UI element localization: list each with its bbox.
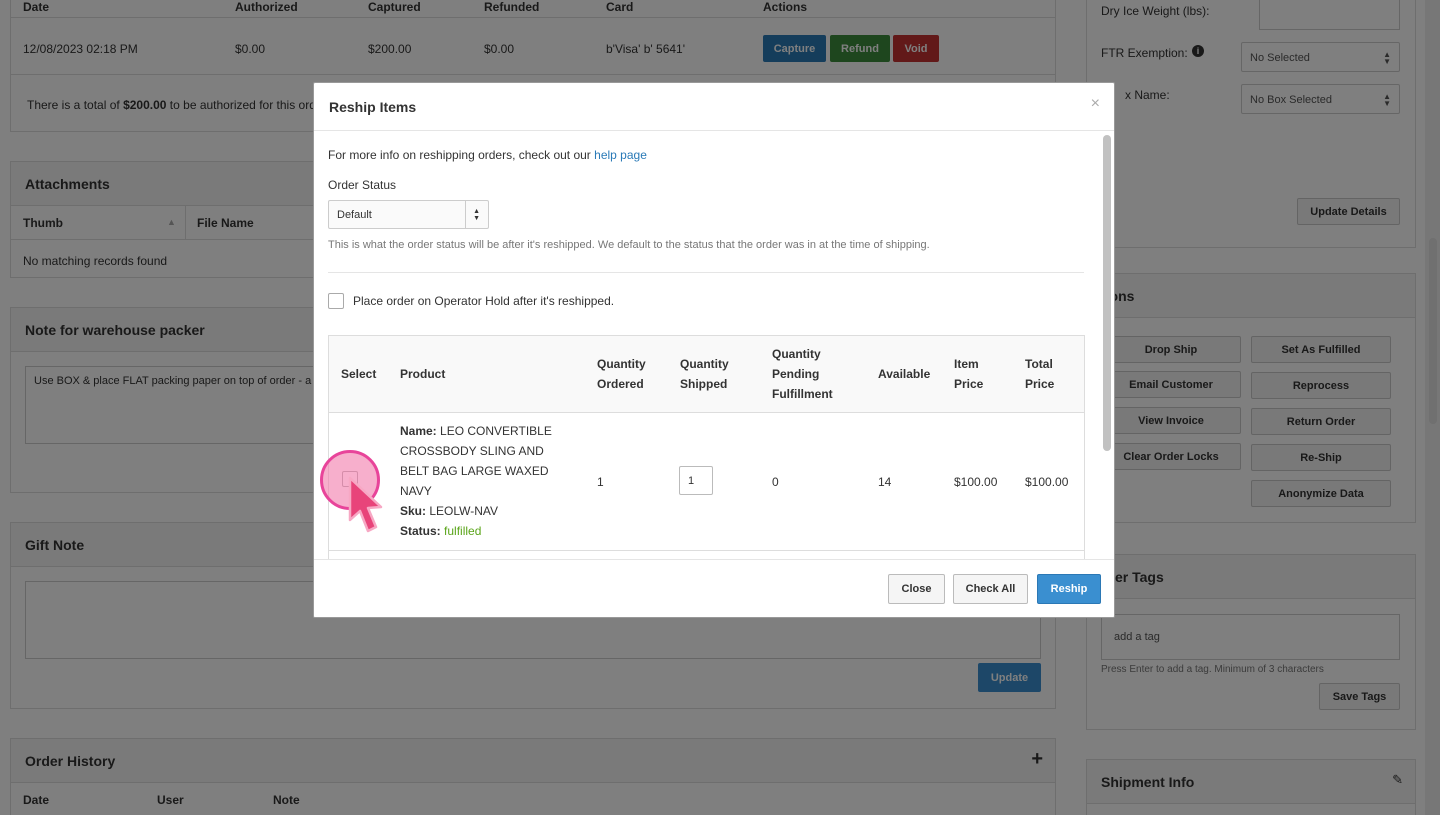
reship-info-text: For more info on reshipping orders, chec… xyxy=(328,148,647,162)
qty-ordered: 1 xyxy=(597,475,604,489)
product-status: fulfilled xyxy=(444,524,482,538)
modal-body: For more info on reshipping orders, chec… xyxy=(314,131,1114,559)
page-scrollbar[interactable] xyxy=(1425,0,1440,815)
mouse-cursor-icon xyxy=(348,476,383,533)
col-available: Available xyxy=(878,367,931,381)
total-price: $100.00 xyxy=(1025,475,1069,489)
col-product: Product xyxy=(400,367,446,381)
check-all-button[interactable]: Check All xyxy=(953,574,1028,604)
col-qty-ordered: Quantity Ordered xyxy=(597,357,646,391)
select-arrows-icon: ▲▼ xyxy=(473,208,480,222)
col-select: Select xyxy=(341,367,377,381)
table-row: Name: LEO CONVERTIBLE CROSSBODY SLING AN… xyxy=(329,413,1084,551)
col-item-price: Item Price xyxy=(954,357,984,391)
col-total-price: Total Price xyxy=(1025,357,1055,391)
qty-pending: 0 xyxy=(772,475,779,489)
modal-title: Reship Items xyxy=(329,99,417,115)
order-status-label: Order Status xyxy=(328,178,397,192)
modal-scrollbar[interactable] xyxy=(1103,135,1111,451)
reship-button[interactable]: Reship xyxy=(1037,574,1101,604)
product-name-label: Name: xyxy=(400,424,437,438)
col-qty-pending: Quantity Pending Fulfillment xyxy=(772,347,833,401)
available-qty: 14 xyxy=(878,475,892,489)
product-sku-label: Sku: xyxy=(400,504,427,518)
reship-items-table: Select Product Quantity Ordered Quantity S… xyxy=(328,335,1085,559)
select-divider xyxy=(465,201,466,228)
item-price: $100.00 xyxy=(954,475,998,489)
product-details: Name: LEO CONVERTIBLE CROSSBODY SLING AN… xyxy=(400,421,560,541)
product-status-label: Status: xyxy=(400,524,441,538)
product-sku: LEOLW-NAV xyxy=(429,504,499,518)
table-header: Select Product Quantity Ordered Quantity S… xyxy=(329,336,1084,413)
divider xyxy=(328,272,1084,273)
modal-footer: Close Check All Reship xyxy=(314,559,1114,617)
order-status-help: This is what the order status will be af… xyxy=(328,239,930,251)
close-button[interactable]: Close xyxy=(888,574,945,604)
operator-hold-label[interactable]: Place order on Operator Hold after it's … xyxy=(353,294,614,308)
operator-hold-checkbox[interactable] xyxy=(328,293,344,309)
col-qty-shipped: Quantity Shipped xyxy=(680,357,729,391)
order-status-select[interactable]: Default ▲ ▼ xyxy=(328,200,489,229)
close-icon[interactable]: × xyxy=(1091,96,1100,112)
qty-shipped-input[interactable]: 1 xyxy=(679,466,713,495)
modal-header: Reship Items × xyxy=(314,83,1114,131)
help-page-link[interactable]: help page xyxy=(594,148,647,162)
page-scrollbar-thumb[interactable] xyxy=(1429,238,1437,424)
reship-items-modal: Reship Items × For more info on reshippi… xyxy=(313,82,1115,618)
